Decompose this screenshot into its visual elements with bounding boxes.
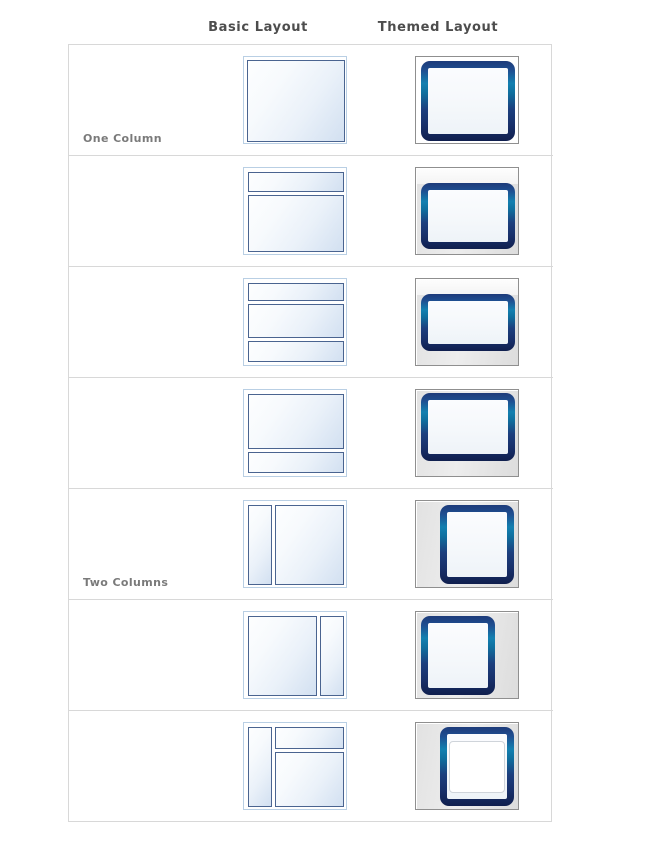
footer-pane [248, 341, 344, 362]
row-group-label [69, 256, 209, 266]
header-pane [275, 727, 344, 749]
row-label-cell: One Column [69, 45, 209, 156]
thumb-wrap [209, 167, 381, 255]
thumb-wrap [209, 500, 381, 588]
thumb-wrap [209, 56, 381, 144]
row-group-label [69, 367, 209, 377]
thumb-wrap [381, 722, 553, 810]
row-label-cell [69, 599, 209, 711]
content-pane [248, 616, 317, 696]
layout-table-body: One Column Two Columns [69, 45, 553, 821]
themed-layout-thumbnail-two-columns-left-narrow[interactable] [415, 500, 519, 588]
thumb-wrap [381, 500, 553, 588]
sidebar-right-pane [320, 616, 344, 696]
table-row: One Column [69, 45, 553, 156]
themed-layout-cell[interactable] [381, 377, 553, 489]
themed-layout-cell[interactable] [381, 599, 553, 711]
themed-layout-thumbnail-one-column-full[interactable] [415, 56, 519, 144]
column-header-themed-layout: Themed Layout [377, 20, 499, 35]
themed-layout-cell[interactable] [381, 488, 553, 600]
row-label-cell [69, 266, 209, 378]
row-group-label: One Column [83, 132, 162, 145]
row-group-label [69, 700, 209, 710]
header-band [417, 280, 518, 295]
basic-layout-thumbnail-one-column-full[interactable] [243, 56, 347, 144]
header-band [417, 169, 518, 184]
body-pane [247, 60, 345, 142]
table-row [69, 266, 553, 378]
basic-layout-thumbnail-one-column-header-body-footer[interactable] [243, 278, 347, 366]
themed-layout-cell[interactable] [381, 155, 553, 267]
body-pane [248, 304, 344, 338]
basic-layout-cell[interactable] [209, 711, 381, 822]
themed-content-frame [440, 505, 514, 584]
thumb-wrap [381, 611, 553, 699]
basic-layout-thumbnail-one-column-body-footer[interactable] [243, 389, 347, 477]
row-label-cell: Two Columns [69, 488, 209, 600]
thumb-wrap [381, 389, 553, 477]
themed-layout-thumbnail-one-column-header-body[interactable] [415, 167, 519, 255]
footer-pane [248, 452, 344, 473]
basic-layout-cell[interactable] [209, 155, 381, 267]
column-headers: Basic Layout Themed Layout [68, 20, 553, 42]
table-row [69, 155, 553, 267]
table-row [69, 711, 553, 822]
body-pane [248, 394, 344, 449]
column-header-basic-layout: Basic Layout [208, 20, 308, 35]
themed-inner-content-box [449, 741, 505, 793]
basic-layout-cell[interactable] [209, 377, 381, 489]
thumb-wrap [381, 56, 553, 144]
basic-layout-thumbnail-two-columns-left-narrow[interactable] [243, 500, 347, 588]
thumb-wrap [209, 611, 381, 699]
themed-content-frame [421, 61, 515, 141]
row-group-label [69, 811, 209, 821]
row-label-cell [69, 377, 209, 489]
thumb-wrap [381, 167, 553, 255]
themed-content-frame [421, 294, 515, 351]
thumb-wrap [381, 278, 553, 366]
body-pane [275, 752, 344, 807]
themed-layout-thumbnail-one-column-header-body-footer[interactable] [415, 278, 519, 366]
basic-layout-cell[interactable] [209, 266, 381, 378]
table-row: Two Columns [69, 488, 553, 600]
row-label-cell [69, 155, 209, 267]
themed-layout-thumbnail-one-column-body-footer[interactable] [415, 389, 519, 477]
body-pane [248, 195, 344, 252]
table-row [69, 377, 553, 489]
themed-content-frame [421, 183, 515, 249]
themed-layout-cell[interactable] [381, 266, 553, 378]
row-group-label [69, 478, 209, 488]
basic-layout-cell[interactable] [209, 488, 381, 600]
basic-layout-cell[interactable] [209, 599, 381, 711]
sidebar-left-pane [248, 727, 272, 807]
basic-layout-cell[interactable] [209, 45, 381, 156]
basic-layout-thumbnail-two-columns-left-sidebar-header-body[interactable] [243, 722, 347, 810]
basic-layout-thumbnail-two-columns-right-narrow[interactable] [243, 611, 347, 699]
header-pane [248, 172, 344, 192]
thumb-wrap [209, 722, 381, 810]
themed-layout-cell[interactable] [381, 45, 553, 156]
sidebar-left-pane [248, 505, 272, 585]
themed-layout-thumbnail-two-columns-left-sidebar-header-body[interactable] [415, 722, 519, 810]
layout-table: One Column Two Columns [68, 44, 553, 822]
thumb-wrap [209, 389, 381, 477]
themed-content-frame [421, 616, 495, 695]
thumb-wrap [209, 278, 381, 366]
basic-layout-thumbnail-one-column-header-body[interactable] [243, 167, 347, 255]
themed-layout-cell[interactable] [381, 711, 553, 822]
themed-layout-thumbnail-two-columns-right-narrow[interactable] [415, 611, 519, 699]
layout-gallery-page: Basic Layout Themed Layout One Column Two… [0, 0, 653, 845]
content-pane [275, 505, 344, 585]
themed-content-frame [421, 393, 515, 461]
row-group-label: Two Columns [83, 576, 169, 589]
table-row [69, 599, 553, 711]
header-pane [248, 283, 344, 301]
row-label-cell [69, 711, 209, 822]
